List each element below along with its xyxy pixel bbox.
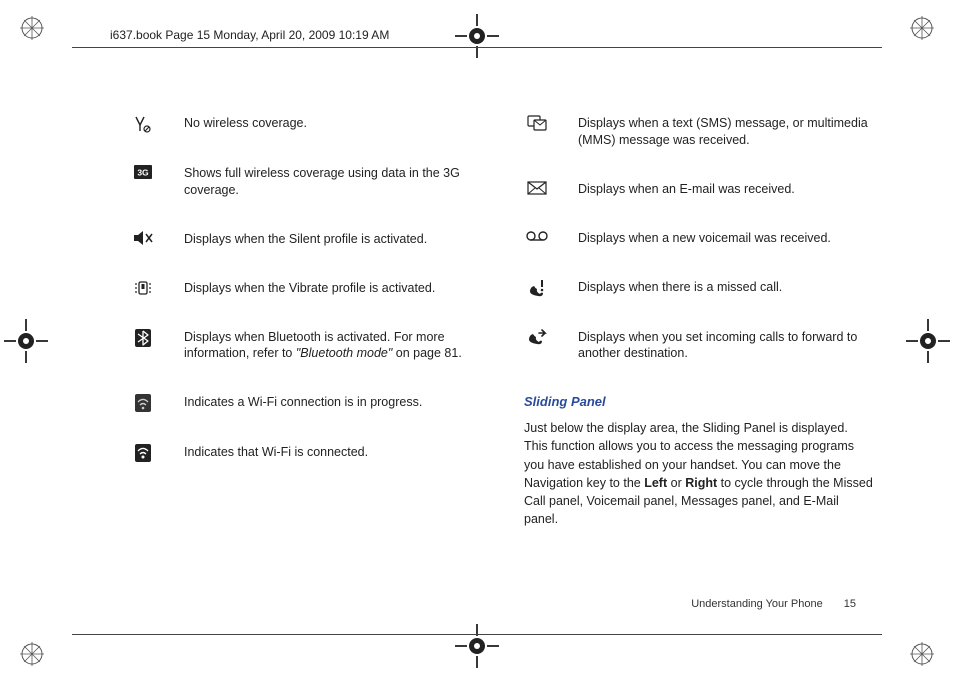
running-head: i637.book Page 15 Monday, April 20, 2009…	[110, 28, 389, 42]
section-heading: Sliding Panel	[524, 394, 874, 409]
registration-mark-icon	[18, 640, 46, 668]
icon-row: 3G Shows full wireless coverage using da…	[130, 165, 480, 199]
icon-row: Displays when the Silent profile is acti…	[130, 231, 480, 248]
icon-row: Displays when a text (SMS) message, or m…	[524, 115, 874, 149]
icon-row: Displays when you set incoming calls to …	[524, 329, 874, 363]
icon-description: Shows full wireless coverage using data …	[184, 165, 480, 199]
right-column: Displays when a text (SMS) message, or m…	[524, 115, 874, 587]
icon-row: Displays when an E-mail was received.	[524, 181, 874, 198]
antenna-no-signal-icon	[130, 115, 156, 133]
icon-description: No wireless coverage.	[184, 115, 480, 132]
bold-text: Left	[644, 476, 667, 490]
icon-row: Displays when Bluetooth is activated. Fo…	[130, 329, 480, 363]
icon-row: Displays when there is a missed call.	[524, 279, 874, 297]
vibrate-icon	[130, 280, 156, 296]
speaker-mute-icon	[130, 231, 156, 245]
left-column: No wireless coverage. 3G Shows full wire…	[130, 115, 480, 587]
envelope-icon	[524, 181, 550, 195]
icon-description: Indicates a Wi-Fi connection is in progr…	[184, 394, 480, 411]
text-part: on page 81.	[392, 346, 462, 360]
icon-description: Displays when Bluetooth is activated. Fo…	[184, 329, 480, 363]
icon-description: Displays when the Vibrate profile is act…	[184, 280, 480, 297]
svg-text:3G: 3G	[137, 168, 149, 178]
icon-row: Indicates that Wi-Fi is connected.	[130, 444, 480, 462]
footer-section: Understanding Your Phone	[691, 598, 823, 610]
sms-message-icon	[524, 115, 550, 131]
voicemail-icon	[524, 230, 550, 242]
icon-description: Displays when there is a missed call.	[578, 279, 874, 296]
wifi-progress-icon	[130, 394, 156, 412]
text-part: or	[667, 476, 685, 490]
reference-title: "Bluetooth mode"	[296, 346, 392, 360]
icon-description: Displays when an E-mail was received.	[578, 181, 874, 198]
icon-description: Displays when you set incoming calls to …	[578, 329, 874, 363]
crop-rule	[72, 634, 882, 635]
missed-call-icon	[524, 279, 550, 297]
crop-target-icon	[455, 624, 499, 668]
page-number: 15	[844, 598, 856, 610]
crop-rule	[72, 47, 882, 48]
bold-text: Right	[685, 476, 717, 490]
page-content: No wireless coverage. 3G Shows full wire…	[130, 115, 874, 587]
crop-target-icon	[4, 319, 48, 363]
icon-description: Indicates that Wi-Fi is connected.	[184, 444, 480, 461]
icon-row: Displays when a new voicemail was receiv…	[524, 230, 874, 247]
page-footer: Understanding Your Phone 15	[691, 598, 856, 610]
section-paragraph: Just below the display area, the Sliding…	[524, 419, 874, 528]
registration-mark-icon	[18, 14, 46, 42]
icon-description: Displays when a new voicemail was receiv…	[578, 230, 874, 247]
icon-row: Displays when the Vibrate profile is act…	[130, 280, 480, 297]
icon-row: No wireless coverage.	[130, 115, 480, 133]
badge-3g-icon: 3G	[130, 165, 156, 179]
crop-target-icon	[906, 319, 950, 363]
call-forward-icon	[524, 329, 550, 345]
crop-target-icon	[455, 14, 499, 58]
registration-mark-icon	[908, 640, 936, 668]
registration-mark-icon	[908, 14, 936, 42]
wifi-connected-icon	[130, 444, 156, 462]
icon-description: Displays when the Silent profile is acti…	[184, 231, 480, 248]
icon-row: Indicates a Wi-Fi connection is in progr…	[130, 394, 480, 412]
icon-description: Displays when a text (SMS) message, or m…	[578, 115, 874, 149]
bluetooth-icon	[130, 329, 156, 347]
